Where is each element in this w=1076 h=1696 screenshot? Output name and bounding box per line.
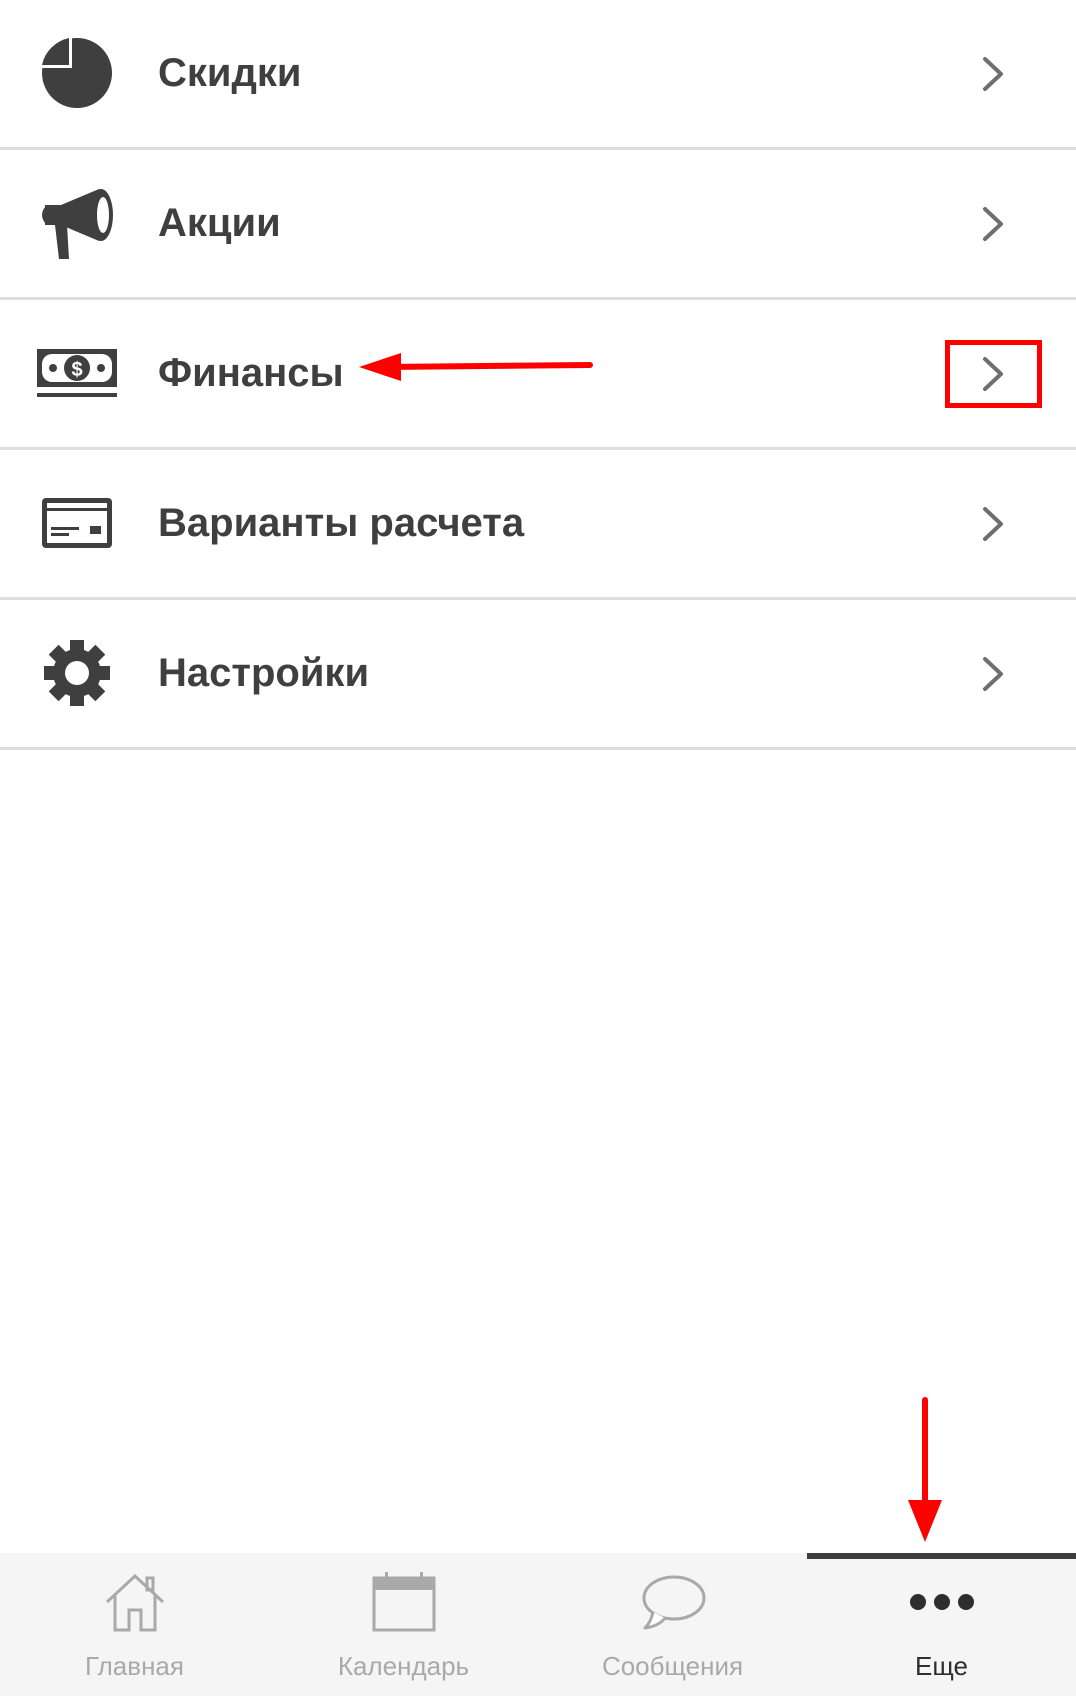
svg-text:$: $ (71, 359, 82, 381)
menu-content: Скидки Акции $ Финансы Варианты расчета … (0, 0, 1076, 1553)
chevron-right-icon (983, 57, 1003, 91)
menu-item-payment-options[interactable]: Варианты расчета (0, 450, 1076, 600)
tab-label: Сообщения (601, 1651, 744, 1681)
menu-item-settings[interactable]: Настройки (0, 600, 1076, 750)
menu-list: Скидки Акции $ Финансы Варианты расчета … (0, 0, 1076, 750)
menu-item-label: Финансы (158, 351, 344, 395)
calendar-icon (364, 1567, 444, 1637)
megaphone-icon (34, 180, 120, 266)
tab-messages[interactable]: Сообщения (538, 1553, 807, 1696)
menu-item-label: Акции (158, 201, 281, 245)
annotation-arrow-down-icon (908, 1397, 942, 1542)
more-dots-icon (902, 1567, 982, 1637)
menu-item-label: Варианты расчета (158, 501, 525, 545)
more-screen: Скидки Акции $ Финансы Варианты расчета … (0, 0, 1076, 1696)
home-icon (95, 1567, 175, 1637)
tab-label: Календарь (337, 1651, 470, 1681)
money-icon: $ (34, 330, 120, 416)
chat-bubble-icon (633, 1567, 713, 1637)
tab-label: Главная (85, 1651, 184, 1681)
menu-item-promotions[interactable]: Акции (0, 150, 1076, 300)
gear-icon (34, 630, 120, 716)
tab-more[interactable]: Еще (807, 1553, 1076, 1696)
tab-home[interactable]: Главная (0, 1553, 269, 1696)
tab-calendar[interactable]: Календарь (269, 1553, 538, 1696)
chevron-right-icon (983, 207, 1003, 241)
chevron-right-icon (983, 507, 1003, 541)
tab-label: Еще (915, 1651, 968, 1681)
chevron-right-icon (983, 657, 1003, 691)
menu-item-label: Скидки (158, 51, 302, 95)
menu-item-label: Настройки (158, 651, 370, 695)
active-tab-indicator (807, 1553, 1076, 1559)
pie-chart-icon (34, 30, 120, 116)
menu-item-discounts[interactable]: Скидки (0, 0, 1076, 150)
credit-card-icon (34, 480, 120, 566)
chevron-right-icon (983, 357, 1003, 391)
menu-item-finances[interactable]: $ Финансы (0, 300, 1076, 450)
bottom-tab-bar: Главная Календарь Сообщения Еще (0, 1553, 1076, 1696)
